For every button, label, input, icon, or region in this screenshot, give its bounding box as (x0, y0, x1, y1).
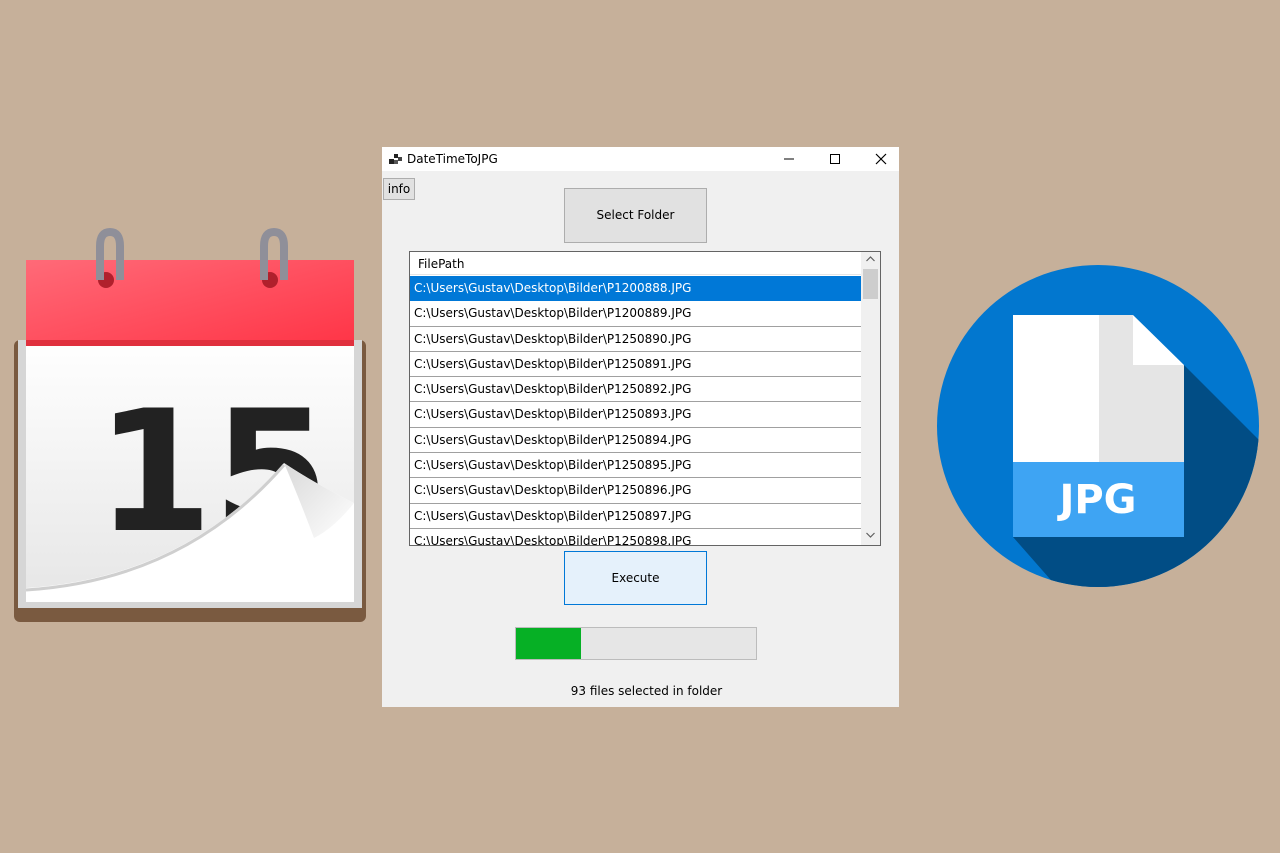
close-icon (875, 153, 887, 165)
app-icon (389, 153, 403, 165)
select-folder-button[interactable]: Select Folder (564, 188, 707, 243)
table-row[interactable]: C:\Users\Gustav\Desktop\Bilder\P1250895.… (410, 453, 861, 479)
minimize-icon (784, 158, 794, 160)
table-row[interactable]: C:\Users\Gustav\Desktop\Bilder\P1200888.… (410, 276, 861, 302)
table-row[interactable]: C:\Users\Gustav\Desktop\Bilder\P1250893.… (410, 402, 861, 428)
scrollbar-thumb[interactable] (863, 269, 878, 299)
title-bar[interactable]: DateTimeToJPG (382, 147, 899, 171)
status-label: 93 files selected in folder (570, 684, 723, 698)
scroll-up-icon[interactable] (866, 256, 875, 262)
table-row[interactable]: C:\Users\Gustav\Desktop\Bilder\P1250891.… (410, 352, 861, 378)
close-button[interactable] (858, 147, 904, 171)
window-title: DateTimeToJPG (407, 152, 498, 166)
table-row[interactable]: C:\Users\Gustav\Desktop\Bilder\P1250894.… (410, 428, 861, 454)
column-header-label: FilePath (418, 257, 465, 271)
jpg-label: JPG (1056, 477, 1136, 523)
progress-bar (515, 627, 757, 660)
info-button[interactable]: info (383, 178, 415, 200)
file-path-grid[interactable]: FilePath C:\Users\Gustav\Desktop\Bilder\… (409, 251, 881, 546)
table-row[interactable]: C:\Users\Gustav\Desktop\Bilder\P1200889.… (410, 301, 861, 327)
table-row[interactable]: C:\Users\Gustav\Desktop\Bilder\P1250897.… (410, 504, 861, 529)
vertical-scrollbar[interactable] (861, 252, 880, 545)
grid-rows: C:\Users\Gustav\Desktop\Bilder\P1200888.… (410, 276, 861, 545)
minimize-button[interactable] (766, 147, 812, 171)
table-row[interactable]: C:\Users\Gustav\Desktop\Bilder\P1250892.… (410, 377, 861, 403)
column-header-filepath[interactable]: FilePath (410, 252, 861, 275)
maximize-button[interactable] (812, 147, 858, 171)
scroll-down-icon[interactable] (866, 532, 875, 538)
jpg-file-icon: JPG (937, 265, 1259, 587)
maximize-icon (830, 154, 840, 164)
table-row[interactable]: C:\Users\Gustav\Desktop\Bilder\P1250898.… (410, 529, 861, 545)
table-row[interactable]: C:\Users\Gustav\Desktop\Bilder\P1250890.… (410, 327, 861, 352)
execute-button[interactable]: Execute (564, 551, 707, 605)
progress-fill (516, 628, 581, 659)
calendar-icon: 15 (14, 227, 366, 624)
table-row[interactable]: C:\Users\Gustav\Desktop\Bilder\P1250896.… (410, 478, 861, 504)
app-window: DateTimeToJPG info Select Folder FilePat… (382, 147, 899, 707)
